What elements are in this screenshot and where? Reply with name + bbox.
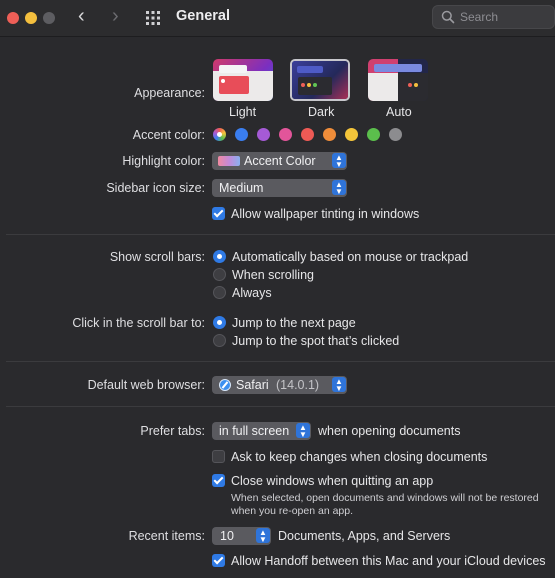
highlight-color-preview [218,156,240,166]
forward-arrow-icon[interactable]: › [112,6,119,26]
highlight-color-popup[interactable]: Accent Color ▲ ▼ [212,152,347,170]
back-arrow-icon[interactable]: ‹ [78,6,85,26]
recent-items-suffix: Documents, Apps, and Servers [278,529,451,543]
ask-keep-changes-checkbox[interactable] [212,450,225,463]
handoff-checkbox[interactable] [212,554,225,567]
recent-items-value: 10 [220,529,234,543]
scroll-bars-always-radio[interactable] [213,286,226,299]
wallpaper-tinting-label: Allow wallpaper tinting in windows [231,207,420,221]
close-windows-note-line1: When selected, open documents and window… [231,492,539,504]
title-bar: ‹ › General Search [0,0,555,37]
scroll-bars-when-scrolling-radio[interactable] [213,268,226,281]
accent-red-swatch[interactable] [301,128,314,141]
default-browser-popup[interactable]: Safari (14.0.1) ▲ ▼ [212,376,347,394]
recent-items-popup[interactable]: 10 ▲ ▼ [212,527,271,545]
sidebar-icon-size-popup[interactable]: Medium ▲ ▼ [212,179,347,197]
prefer-tabs-popup[interactable]: in full screen ▲ ▼ [212,422,311,440]
chevron-updown-icon: ▲ ▼ [332,180,346,196]
accent-color-label: Accent color: [132,128,205,142]
scroll-bars-automatic-radio[interactable] [213,250,226,263]
prefer-tabs-suffix: when opening documents [318,424,461,438]
ask-keep-changes-label: Ask to keep changes when closing documen… [231,450,488,464]
scroll-bars-always-label: Always [232,286,272,300]
close-windows-note-line2: when you re-open an app. [231,505,354,517]
minimize-window-button[interactable] [25,12,37,24]
highlight-color-value: Accent Color [244,154,316,168]
scroll-bars-automatic-label: Automatically based on mouse or trackpad [232,250,469,264]
search-placeholder: Search [460,10,499,24]
accent-purple-swatch[interactable] [257,128,270,141]
chevron-updown-icon: ▲ ▼ [296,423,310,439]
scroll-click-next-page-radio[interactable] [213,316,226,329]
appearance-light-thumbnail[interactable] [213,59,273,101]
handoff-label: Allow Handoff between this Mac and your … [231,554,546,568]
wallpaper-tinting-checkbox[interactable] [212,207,225,220]
scroll-click-next-page-label: Jump to the next page [232,316,356,330]
accent-graphite-swatch[interactable] [389,128,402,141]
chevron-updown-icon: ▲ ▼ [256,528,270,544]
accent-yellow-swatch[interactable] [345,128,358,141]
default-browser-value: Safari [236,378,269,392]
safari-icon [219,379,231,391]
sidebar-icon-size-label: Sidebar icon size: [106,181,205,195]
accent-pink-swatch[interactable] [279,128,292,141]
appearance-auto-thumbnail[interactable] [368,59,428,101]
default-browser-label: Default web browser: [87,378,205,392]
chevron-updown-icon: ▲ ▼ [332,153,346,169]
close-windows-label: Close windows when quitting an app [231,474,434,488]
prefer-tabs-label: Prefer tabs: [140,424,205,438]
chevron-updown-icon: ▲ ▼ [332,377,346,393]
scroll-click-spot-radio[interactable] [213,334,226,347]
window-title: General [176,8,230,24]
sidebar-icon-size-value: Medium [219,181,264,195]
scroll-click-label: Click in the scroll bar to: [72,316,205,330]
scroll-click-spot-label: Jump to the spot that’s clicked [232,334,400,348]
show-scroll-bars-label: Show scroll bars: [109,250,205,264]
divider [6,361,555,362]
accent-multicolor-swatch[interactable] [213,128,226,141]
prefer-tabs-value: in full screen [219,424,290,438]
close-window-button[interactable] [7,12,19,24]
highlight-color-label: Highlight color: [122,154,205,168]
accent-green-swatch[interactable] [367,128,380,141]
divider [6,406,555,407]
default-browser-version: (14.0.1) [276,378,320,392]
appearance-light-label: Light [229,105,257,119]
accent-blue-swatch[interactable] [235,128,248,141]
search-icon [441,10,455,24]
appearance-dark-label: Dark [308,105,335,119]
appearance-dark-thumbnail[interactable] [290,59,350,101]
appearance-label: Appearance: [134,86,205,100]
recent-items-label: Recent items: [128,529,205,543]
scroll-bars-when-scrolling-label: When scrolling [232,268,314,282]
divider [6,234,555,235]
zoom-window-button[interactable] [43,12,55,24]
close-windows-checkbox[interactable] [212,474,225,487]
accent-orange-swatch[interactable] [323,128,336,141]
grid-icon[interactable] [145,10,161,26]
search-field[interactable]: Search [432,5,555,29]
appearance-auto-label: Auto [386,105,412,119]
